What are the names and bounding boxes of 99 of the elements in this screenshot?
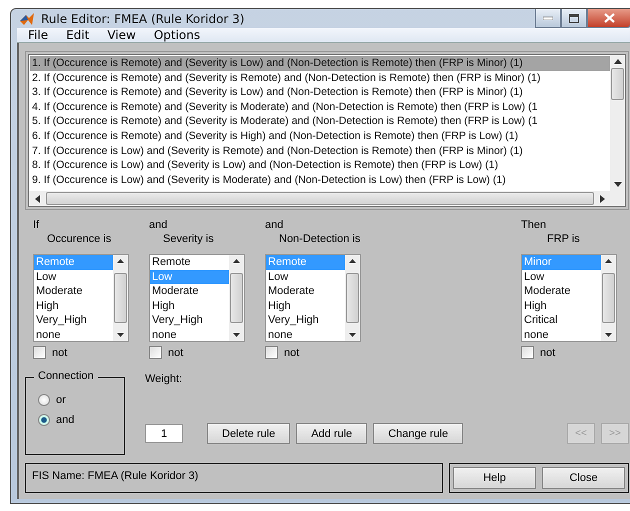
rule-item[interactable]: 8. If (Occurence is Low) and (Severity is Low) and (Non-Detection is Remote) then (FRP is Low) (1) bbox=[30, 158, 610, 173]
rule-item[interactable]: 3. If (Occurence is Remote) and (Severity is Low) and (Non-Detection is Remote) then (FRP is Minor) (1) bbox=[30, 85, 610, 100]
term-item[interactable]: Very_High bbox=[34, 313, 113, 328]
down-arrow-icon bbox=[605, 333, 612, 337]
term-list[interactable]: Remote Low Moderate High Very_High none bbox=[265, 254, 361, 342]
scroll-thumb[interactable] bbox=[46, 192, 594, 205]
conjunction-label: If bbox=[33, 219, 40, 232]
minimize-icon bbox=[543, 16, 553, 20]
term-item[interactable]: Remote bbox=[150, 255, 229, 270]
scrollbar[interactable] bbox=[113, 255, 128, 341]
rule-item[interactable]: 6. If (Occurence is Remote) and (Severity is High) and (Non-Detection is Remote) then (FRP is Low) (1) bbox=[30, 128, 610, 144]
radio-button[interactable] bbox=[38, 414, 50, 426]
radio-label: or bbox=[56, 394, 66, 406]
term-item[interactable]: Moderate bbox=[34, 284, 113, 299]
rule-item[interactable]: 1. If (Occurence is Remote) and (Severity is Low) and (Non-Detection is Remote) then (FRP is Minor) (1) bbox=[30, 56, 610, 71]
scrollbar[interactable] bbox=[345, 255, 360, 341]
conjunction-label: and bbox=[149, 219, 168, 232]
scroll-thumb[interactable] bbox=[346, 273, 359, 323]
rules-list[interactable] bbox=[28, 54, 626, 207]
footer-button[interactable]: Help bbox=[453, 467, 536, 489]
up-arrow-icon bbox=[614, 59, 622, 64]
scroll-thumb[interactable] bbox=[114, 273, 127, 323]
left-arrow-icon bbox=[35, 194, 40, 202]
close-icon bbox=[604, 13, 614, 23]
not-checkbox[interactable] bbox=[265, 346, 278, 359]
checkbox-label: not bbox=[284, 346, 300, 358]
term-item[interactable]: none bbox=[150, 328, 229, 341]
term-list[interactable]: Remote Low Moderate High Very_High none bbox=[33, 254, 129, 342]
term-item[interactable]: High bbox=[34, 298, 113, 314]
app-icon bbox=[19, 10, 35, 26]
menu-item[interactable]: View bbox=[100, 28, 143, 42]
term-list[interactable]: Remote Low Moderate High Very_High none bbox=[149, 254, 245, 342]
rule-item[interactable]: 2. If (Occurence is Remote) and (Severity is Remote) and (Non-Detection is Remote) then (FRP is Minor) (1) bbox=[30, 70, 610, 86]
weight-field[interactable]: 1 bbox=[145, 424, 183, 443]
checkbox-label: not bbox=[52, 346, 68, 358]
minimize-button[interactable] bbox=[535, 9, 561, 28]
scrollbar[interactable] bbox=[601, 255, 616, 341]
term-item[interactable]: High bbox=[150, 298, 229, 314]
down-arrow-icon bbox=[614, 182, 622, 187]
scrollbar[interactable] bbox=[610, 55, 625, 191]
group-title: Connection bbox=[34, 370, 98, 382]
term-item[interactable]: Low bbox=[34, 270, 113, 284]
variable-label: Occurence is bbox=[46, 232, 112, 246]
radio-label: and bbox=[56, 414, 74, 426]
window-title: Rule Editor: FMEA (Rule Koridor 3) bbox=[41, 12, 244, 26]
term-item[interactable]: Low bbox=[522, 270, 601, 284]
checkbox-label: not bbox=[168, 346, 184, 358]
variable-label: FRP is bbox=[546, 232, 581, 246]
scroll-thumb[interactable] bbox=[611, 68, 624, 100]
up-arrow-icon bbox=[605, 259, 612, 263]
scroll-thumb[interactable] bbox=[230, 273, 243, 323]
status-text: FIS Name: FMEA (Rule Koridor 3) bbox=[32, 470, 198, 482]
down-arrow-icon bbox=[349, 333, 356, 337]
rule-item[interactable]: 5. If (Occurence is Remote) and (Severity is Moderate) and (Non-Detection is Remote) then (FRP is Low) (1 bbox=[30, 114, 610, 129]
not-checkbox[interactable] bbox=[149, 346, 162, 359]
term-item[interactable]: Moderate bbox=[522, 284, 601, 299]
rule-item[interactable]: 9. If (Occurence is Low) and (Severity is Moderate) and (Non-Detection is Low) then (FRP is Low) (1) bbox=[30, 172, 610, 188]
close-button[interactable] bbox=[587, 9, 630, 28]
term-item[interactable]: Very_High bbox=[150, 313, 229, 328]
scrollbar[interactable] bbox=[29, 191, 625, 206]
rule-button[interactable]: Add rule bbox=[296, 423, 368, 444]
not-checkbox[interactable] bbox=[521, 346, 534, 359]
conjunction-label: Then bbox=[521, 219, 548, 232]
rule-item[interactable]: 4. If (Occurence is Remote) and (Severity is Moderate) and (Non-Detection is Remote) then (FRP is Low) (1 bbox=[30, 100, 610, 114]
scrollbar[interactable] bbox=[229, 255, 244, 341]
term-item[interactable]: Low bbox=[266, 270, 345, 284]
menu-item[interactable]: Edit bbox=[59, 28, 96, 42]
conjunction-label: and bbox=[265, 219, 284, 232]
radio-button[interactable] bbox=[38, 394, 50, 406]
maximize-button[interactable] bbox=[561, 9, 587, 28]
scroll-thumb[interactable] bbox=[602, 273, 615, 323]
down-arrow-icon bbox=[117, 333, 124, 337]
checkbox-label: not bbox=[540, 346, 556, 358]
term-item[interactable]: none bbox=[522, 328, 601, 341]
down-arrow-icon bbox=[233, 333, 240, 337]
term-item[interactable]: none bbox=[34, 328, 113, 341]
menu-item[interactable]: File bbox=[21, 28, 56, 42]
term-item[interactable]: none bbox=[266, 328, 345, 341]
weight-label: Weight: bbox=[145, 373, 184, 385]
up-arrow-icon bbox=[117, 259, 124, 263]
up-arrow-icon bbox=[233, 259, 240, 263]
maximize-icon bbox=[569, 14, 579, 22]
footer-button[interactable]: Close bbox=[542, 467, 625, 489]
term-item[interactable]: High bbox=[266, 298, 345, 314]
up-arrow-icon bbox=[349, 259, 356, 263]
not-checkbox[interactable] bbox=[33, 346, 46, 359]
variable-label: Severity is bbox=[162, 232, 215, 246]
term-item[interactable]: Critical bbox=[522, 313, 601, 328]
right-arrow-icon bbox=[600, 194, 605, 202]
term-item[interactable]: Moderate bbox=[266, 284, 345, 299]
rule-item[interactable]: 7. If (Occurence is Low) and (Severity is Remote) and (Non-Detection is Remote) then (FRP is Minor) (1) bbox=[30, 144, 610, 158]
term-item[interactable]: Very_High bbox=[266, 313, 345, 328]
term-item[interactable]: Moderate bbox=[150, 284, 229, 299]
rule-button[interactable]: Change rule bbox=[373, 423, 464, 444]
term-item[interactable]: High bbox=[522, 298, 601, 314]
term-list[interactable]: Minor Low Moderate High Critical none bbox=[521, 254, 617, 342]
rule-button[interactable]: Delete rule bbox=[207, 423, 290, 444]
variable-label: Non-Detection is bbox=[278, 232, 361, 246]
menu-item[interactable]: Options bbox=[146, 28, 208, 42]
